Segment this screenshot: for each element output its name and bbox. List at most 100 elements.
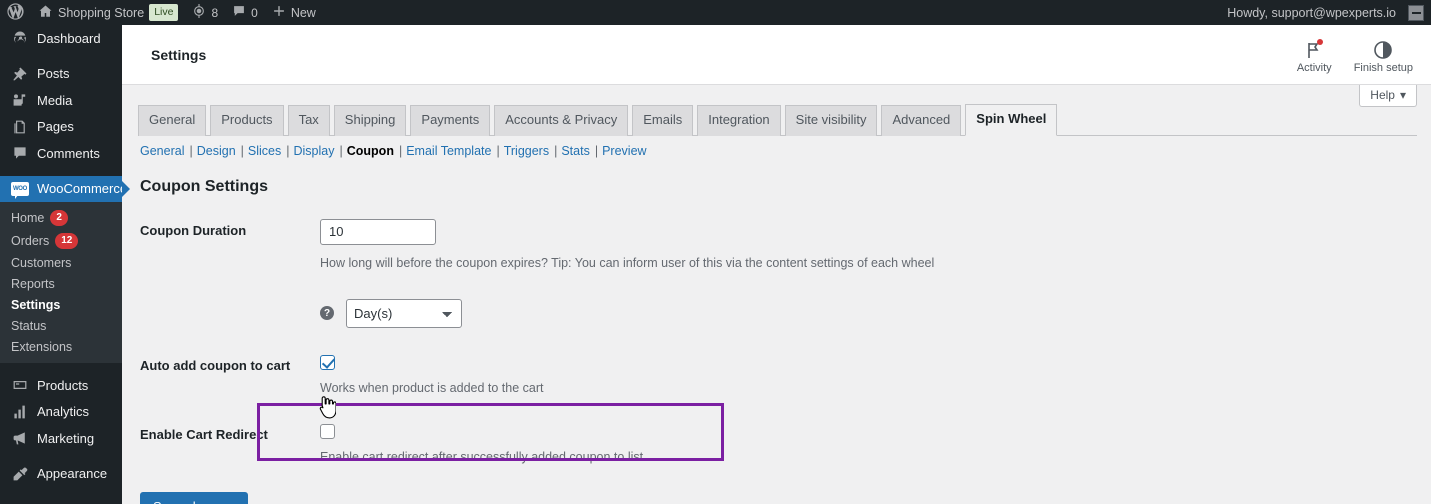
sidebar-item-marketing[interactable]: Marketing: [0, 425, 122, 452]
save-changes-button[interactable]: Save changes: [140, 492, 249, 504]
my-account-menu[interactable]: Howdy, support@wpexperts.io: [1220, 0, 1431, 25]
tab-advanced[interactable]: Advanced: [881, 105, 962, 136]
admin-bar: Shopping Store Live 8 0 New Howdy, suppo…: [0, 0, 1431, 25]
tab-payments[interactable]: Payments: [410, 105, 491, 136]
new-content-menu[interactable]: New: [265, 0, 323, 25]
settings-wrap: General Products Tax Shipping Payments A…: [122, 85, 1431, 504]
analytics-icon: [11, 403, 29, 421]
updates-icon: [192, 4, 206, 21]
finish-setup-label: Finish setup: [1353, 61, 1413, 74]
auto-add-coupon-description: Works when product is added to the cart: [320, 380, 544, 395]
section-title: Coupon Settings: [140, 177, 268, 195]
subnav-display[interactable]: Display: [294, 144, 335, 158]
sidebar-item-label: Comments: [37, 145, 100, 161]
submenu-item-status[interactable]: Status: [0, 315, 122, 336]
woocommerce-header: Settings Activity Finish setup Help ▾: [122, 25, 1431, 107]
sidebar-item-label: Products: [37, 377, 89, 393]
dashboard-icon: [11, 29, 29, 47]
subnav-design[interactable]: Design: [197, 144, 236, 158]
subnav-divider: |: [189, 143, 193, 158]
help-tab-button[interactable]: Help ▾: [1359, 85, 1417, 107]
subnav-coupon[interactable]: Coupon: [347, 144, 394, 158]
submenu-item-settings[interactable]: Settings: [0, 294, 122, 315]
comments-count: 0: [251, 5, 258, 20]
tab-spin-wheel[interactable]: Spin Wheel: [965, 104, 1058, 136]
question-mark-icon[interactable]: ?: [320, 306, 334, 321]
tab-site-visibility[interactable]: Site visibility: [784, 105, 878, 136]
sidebar-item-label: WooCommerce: [37, 181, 128, 197]
wp-logo-menu[interactable]: [0, 0, 31, 25]
enable-cart-redirect-label: Enable Cart Redirect: [140, 427, 268, 443]
tab-products[interactable]: Products: [210, 105, 284, 136]
tab-integration[interactable]: Integration: [697, 105, 781, 136]
sidebar-item-analytics[interactable]: Analytics: [0, 399, 122, 426]
tab-emails[interactable]: Emails: [632, 105, 694, 136]
comment-bubble-icon: [232, 4, 246, 21]
submenu-item-extensions[interactable]: Extensions: [0, 336, 122, 357]
comments-icon: [11, 144, 29, 162]
sidebar-item-label: Pages: [37, 119, 74, 135]
subnav-divider: |: [398, 143, 403, 158]
sidebar-item-media[interactable]: Media: [0, 87, 122, 114]
plus-icon: [272, 4, 286, 21]
sidebar-item-label: Analytics: [37, 404, 90, 420]
enable-cart-redirect-checkbox[interactable]: [320, 424, 335, 440]
pages-icon: [11, 118, 29, 136]
submenu-item-reports[interactable]: Reports: [0, 273, 122, 294]
tab-accounts-privacy[interactable]: Accounts & Privacy: [494, 105, 629, 136]
duration-unit-select[interactable]: Day(s) Hour(s) Minute(s) Week(s) Month(s…: [346, 298, 462, 328]
products-icon: [11, 376, 29, 394]
coupon-duration-input[interactable]: [320, 218, 436, 245]
sidebar-item-woocommerce[interactable]: WOO WooCommerce: [0, 175, 130, 202]
subnav-slices[interactable]: Slices: [248, 144, 281, 158]
submenu-item-customers[interactable]: Customers: [0, 252, 122, 273]
sidebar-item-dashboard[interactable]: Dashboard: [0, 25, 122, 52]
form-row-coupon-duration: Coupon Duration How long will before the…: [138, 206, 1417, 286]
auto-add-coupon-checkbox[interactable]: [320, 354, 335, 370]
pin-icon: [11, 65, 29, 83]
subnav-email-template[interactable]: Email Template: [406, 144, 491, 158]
coupon-duration-description: How long will before the coupon expires?…: [320, 255, 935, 270]
tab-shipping[interactable]: Shipping: [333, 105, 407, 136]
activity-label: Activity: [1296, 61, 1332, 74]
subnav-divider: |: [240, 143, 244, 158]
woocommerce-icon: WOO: [11, 180, 29, 199]
auto-add-coupon-label: Auto add coupon to cart: [140, 357, 291, 373]
submenu-item-label: Reports: [11, 276, 55, 291]
updates-menu[interactable]: 8: [185, 0, 225, 25]
chevron-down-icon: ▾: [1399, 88, 1406, 102]
tab-general[interactable]: General: [138, 105, 207, 136]
sub-navigation: General | Design | Slices | Display | Coupon…: [140, 144, 1417, 158]
sidebar-item-pages[interactable]: Pages: [0, 114, 122, 141]
marketing-icon: [11, 429, 29, 447]
submenu-item-home[interactable]: Home 2: [0, 206, 122, 229]
form-row-enable-cart-redirect: Enable Cart Redirect Enable cart redirec…: [138, 410, 1417, 480]
subnav-divider: |: [594, 143, 599, 158]
sidebar-item-appearance[interactable]: Appearance: [0, 461, 122, 488]
activity-button[interactable]: Activity: [1297, 36, 1332, 74]
enable-cart-redirect-description: Enable cart redirect after successfully …: [320, 450, 644, 465]
main-content-area: Settings Activity Finish setup Help ▾ Ge…: [122, 25, 1431, 504]
sidebar-item-posts[interactable]: Posts: [0, 61, 122, 88]
finish-setup-button[interactable]: Finish setup: [1354, 36, 1413, 74]
page-title: Settings: [151, 46, 207, 63]
subnav-divider: |: [554, 143, 558, 158]
site-name-menu[interactable]: Shopping Store Live: [31, 0, 185, 25]
tab-tax[interactable]: Tax: [287, 105, 330, 136]
media-icon: [11, 91, 29, 109]
subnav-preview[interactable]: Preview: [602, 144, 646, 158]
wordpress-logo-icon: [7, 2, 24, 23]
subnav-divider: |: [496, 143, 500, 158]
subnav-general[interactable]: General: [140, 144, 184, 158]
subnav-triggers[interactable]: Triggers: [504, 144, 549, 158]
new-label: New: [290, 5, 316, 20]
sidebar-item-products[interactable]: Products: [0, 372, 122, 399]
sidebar-item-comments[interactable]: Comments: [0, 140, 122, 167]
subnav-stats[interactable]: Stats: [561, 144, 590, 158]
woocommerce-submenu: Home 2 Orders 12 Customers Reports Setti…: [0, 202, 122, 363]
appearance-icon: [11, 465, 29, 483]
submenu-item-orders[interactable]: Orders 12: [0, 229, 122, 252]
help-label: Help: [1370, 88, 1395, 102]
coupon-duration-label: Coupon Duration: [140, 222, 247, 238]
comments-menu[interactable]: 0: [225, 0, 265, 25]
